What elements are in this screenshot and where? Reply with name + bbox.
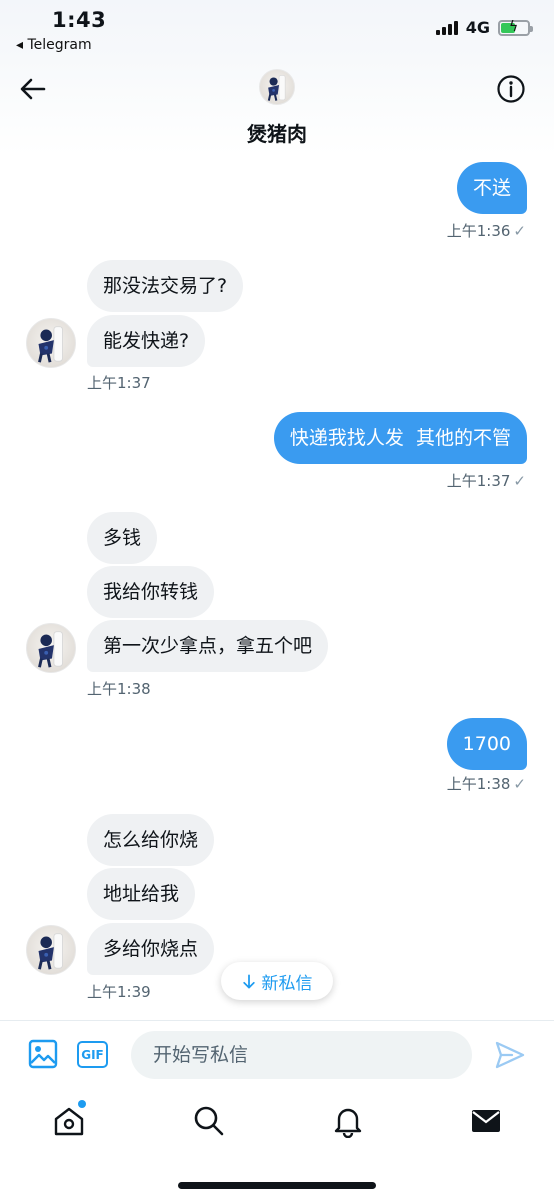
arrow-down-icon — [242, 974, 255, 988]
read-check-icon: ✓ — [513, 775, 526, 793]
message-timestamp: 上午1:36 ✓ — [446, 222, 526, 240]
message-timestamp: 上午1:38 ✓ — [446, 775, 526, 793]
incoming-message[interactable]: 地址给我 — [87, 868, 196, 920]
tab-messages[interactable] — [469, 1104, 503, 1138]
header-avatar[interactable] — [259, 69, 295, 105]
arrow-left-icon — [20, 78, 46, 100]
sender-avatar[interactable] — [26, 623, 76, 673]
incoming-message[interactable]: 怎么给你烧 — [87, 814, 215, 866]
new-messages-label: 新私信 — [261, 973, 313, 994]
sender-avatar[interactable] — [26, 925, 76, 975]
bell-icon — [334, 1108, 362, 1139]
add-image-button[interactable] — [28, 1039, 58, 1069]
outgoing-message[interactable]: 不送 — [456, 162, 527, 214]
gif-button[interactable]: GIF — [77, 1041, 108, 1068]
status-bar: 1:43 ◂ Telegram 4G ϟ — [0, 0, 554, 60]
read-check-icon: ✓ — [513, 472, 526, 490]
message-timestamp: 上午1:38 — [87, 680, 151, 698]
return-to-app-link[interactable]: ◂ Telegram — [16, 37, 92, 53]
status-time: 1:43 — [52, 8, 107, 32]
home-indicator — [178, 1182, 376, 1189]
incoming-message[interactable]: 多钱 — [87, 512, 158, 564]
cellular-signal-icon — [435, 20, 458, 35]
incoming-message[interactable]: 多给你烧点 — [87, 923, 215, 975]
message-timestamp: 上午1:37 ✓ — [446, 472, 526, 490]
tab-notifications[interactable] — [331, 1104, 365, 1139]
outgoing-message[interactable]: 快递我找人发 其他的不管 — [273, 412, 527, 464]
notification-dot — [78, 1100, 86, 1108]
message-input[interactable] — [131, 1031, 472, 1079]
home-icon — [54, 1107, 84, 1136]
battery-icon: ϟ — [498, 19, 533, 36]
new-messages-button[interactable]: 新私信 — [221, 962, 333, 1000]
status-indicators: 4G ϟ — [435, 18, 533, 37]
incoming-message[interactable]: 能发快递? — [87, 315, 206, 367]
message-composer: GIF — [0, 1020, 554, 1088]
message-timestamp: 上午1:39 — [87, 983, 151, 1001]
send-button[interactable] — [494, 1039, 526, 1071]
bottom-tab-bar — [0, 1088, 554, 1200]
network-type: 4G — [465, 18, 490, 37]
sender-avatar[interactable] — [26, 318, 76, 368]
tab-home[interactable] — [52, 1100, 86, 1138]
incoming-message[interactable]: 第一次少拿点，拿五个吧 — [87, 620, 329, 672]
mail-icon — [472, 1110, 500, 1132]
conversation-title[interactable]: 煲猪肉 — [0, 118, 554, 147]
incoming-message[interactable]: 我给你转钱 — [87, 566, 215, 618]
back-button[interactable] — [18, 74, 48, 104]
conversation-header: 煲猪肉 — [0, 60, 554, 155]
tab-search[interactable] — [192, 1104, 226, 1138]
outgoing-message[interactable]: 1700 — [446, 718, 527, 770]
message-timestamp: 上午1:37 — [87, 374, 151, 392]
incoming-message[interactable]: 那没法交易了? — [87, 260, 244, 312]
image-icon — [28, 1039, 58, 1069]
read-check-icon: ✓ — [513, 222, 526, 240]
info-icon — [497, 75, 525, 103]
info-button[interactable] — [496, 74, 526, 104]
message-list[interactable]: 不送 上午1:36 ✓ 那没法交易了? 能发快递? 上午1:37 快递我找人发 其… — [0, 155, 554, 1020]
search-icon — [194, 1106, 224, 1136]
send-icon — [495, 1041, 525, 1069]
